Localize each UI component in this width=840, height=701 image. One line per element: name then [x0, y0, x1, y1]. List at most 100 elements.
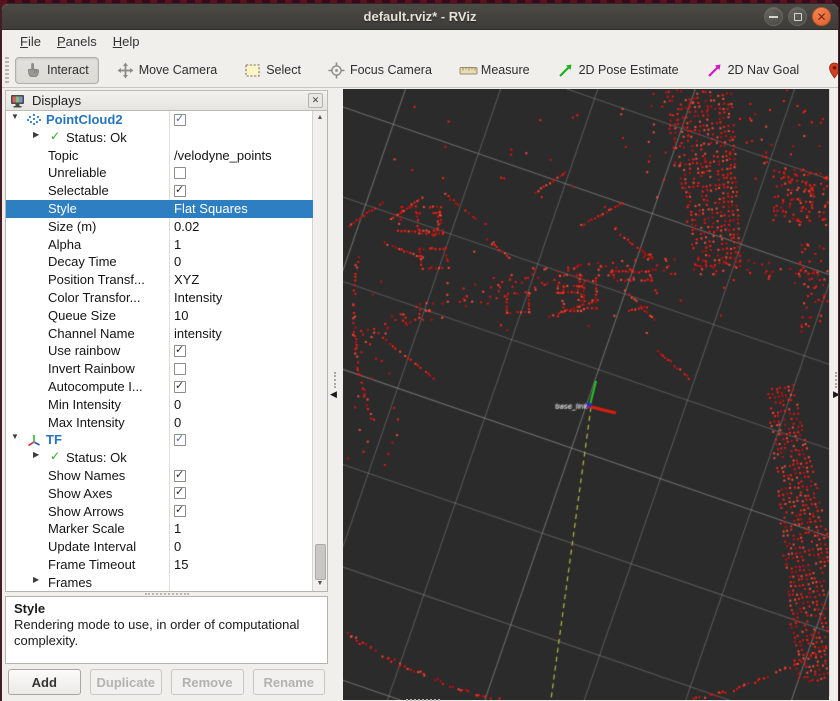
tool-move-camera[interactable]: Move Camera: [108, 58, 227, 83]
checkbox-autocompute-i-[interactable]: ✓: [174, 381, 186, 393]
displays-panel-header[interactable]: Displays ✕: [5, 90, 328, 111]
right-splitter[interactable]: ▶: [829, 89, 838, 696]
collapse-right-icon[interactable]: ▶: [833, 389, 839, 400]
row-value[interactable]: 15: [174, 557, 188, 573]
tree-row-style[interactable]: Style Flat Squares: [6, 200, 313, 218]
tool-publish-point[interactable]: Publish Point: [817, 58, 839, 83]
checkbox-pointcloud2[interactable]: ✓: [174, 114, 186, 126]
minimize-icon: [769, 16, 778, 18]
row-name-cell: Show Arrows: [6, 503, 169, 521]
tool-measure[interactable]: Measure: [450, 58, 539, 83]
row-value[interactable]: 0.02: [174, 219, 199, 235]
tree-row-pointcloud2[interactable]: ▼ PointCloud2 ✓: [6, 111, 313, 129]
tree-row-alpha[interactable]: Alpha 1: [6, 236, 313, 254]
row-value[interactable]: XYZ: [174, 272, 199, 288]
row-label: Style: [48, 201, 77, 217]
tree-row-tf[interactable]: ▼TF✓: [6, 431, 313, 449]
tree-row-autocompute-i-[interactable]: Autocompute I...✓: [6, 378, 313, 396]
row-value[interactable]: Flat Squares: [174, 201, 248, 217]
tool-label: Focus Camera: [350, 63, 432, 77]
row-label: Selectable: [48, 183, 109, 199]
expand-arrow-icon[interactable]: ▶: [33, 575, 39, 584]
tree-row-color-transfor-[interactable]: Color Transfor...Intensity: [6, 289, 313, 307]
tree-row-position-transf-[interactable]: Position Transf...XYZ: [6, 271, 313, 289]
row-value[interactable]: 1: [174, 521, 181, 537]
tree-row-use-rainbow[interactable]: Use rainbow✓: [6, 342, 313, 360]
tree-row-frame-timeout[interactable]: Frame Timeout15: [6, 556, 313, 574]
row-label: Alpha: [48, 237, 81, 253]
collapse-arrow-icon[interactable]: ▼: [11, 112, 19, 121]
menu-file[interactable]: File: [12, 31, 49, 52]
status-ok-icon: ✓: [50, 449, 60, 463]
tree-row-min-intensity[interactable]: Min Intensity0: [6, 396, 313, 414]
menu-panels[interactable]: Panels: [49, 31, 105, 52]
row-value[interactable]: 0: [174, 539, 181, 555]
titlebar[interactable]: default.rviz* - RViz ✕: [2, 4, 838, 30]
tree-row-status-ok[interactable]: ▶✓Status: Ok: [6, 449, 313, 467]
checkbox-show-arrows[interactable]: ✓: [174, 505, 186, 517]
tree-row-size-m-[interactable]: Size (m)0.02: [6, 218, 313, 236]
tree-row-selectable[interactable]: Selectable ✓: [6, 182, 313, 200]
tool-select[interactable]: Select: [235, 58, 310, 83]
checkbox-tf[interactable]: ✓: [174, 434, 186, 446]
row-value[interactable]: 10: [174, 308, 188, 324]
tree-row-queue-size[interactable]: Queue Size10: [6, 307, 313, 325]
add-button[interactable]: Add: [8, 669, 81, 695]
tree-row-show-arrows[interactable]: Show Arrows ✓: [6, 503, 313, 521]
tool-interact[interactable]: Interact: [15, 57, 99, 84]
checkbox-unreliable[interactable]: [174, 167, 186, 179]
expand-arrow-icon[interactable]: ▶: [33, 450, 39, 459]
checkbox-use-rainbow[interactable]: ✓: [174, 345, 186, 357]
left-splitter[interactable]: ◀: [328, 89, 343, 696]
scrollbar-up-icon[interactable]: ▲: [313, 111, 327, 125]
tree-row-topic[interactable]: Topic/velodyne_points: [6, 147, 313, 165]
menu-help[interactable]: Help: [105, 31, 148, 52]
tree-row-status-ok[interactable]: ▶✓Status: Ok: [6, 129, 313, 147]
row-name-cell: Show Axes: [6, 485, 169, 503]
checkbox-show-axes[interactable]: ✓: [174, 487, 186, 499]
row-value[interactable]: 1: [174, 237, 181, 253]
tool-2d-pose-estimate[interactable]: 2D Pose Estimate: [548, 58, 688, 83]
displays-tree: ▲ ▼ ▼ PointCloud2 ✓ ▶✓Status: OkTopic/velod…: [5, 111, 328, 592]
row-name-cell: Max Intensity: [6, 414, 169, 432]
tree-row-decay-time[interactable]: Decay Time0: [6, 253, 313, 271]
row-value[interactable]: 0: [174, 254, 181, 270]
tree-row-show-names[interactable]: Show Names✓: [6, 467, 313, 485]
collapse-arrow-icon[interactable]: ▼: [11, 432, 19, 441]
tool-label: Move Camera: [139, 63, 218, 77]
tree-row-marker-scale[interactable]: Marker Scale1: [6, 520, 313, 538]
row-value[interactable]: 0: [174, 397, 181, 413]
row-value[interactable]: Intensity: [174, 290, 222, 306]
tree-row-max-intensity[interactable]: Max Intensity 0: [6, 414, 313, 432]
scrollbar-down-icon[interactable]: ▼: [313, 577, 327, 591]
row-label: PointCloud2: [46, 112, 123, 128]
row-label: Channel Name: [48, 326, 135, 342]
tree-row-update-interval[interactable]: Update Interval0: [6, 538, 313, 556]
minimize-button[interactable]: [764, 7, 783, 26]
3d-viewport[interactable]: [343, 89, 829, 700]
close-button[interactable]: ✕: [812, 7, 831, 26]
checkbox-show-names[interactable]: ✓: [174, 470, 186, 482]
tree-row-frames[interactable]: ▶Frames: [6, 574, 313, 592]
scrollbar-thumb[interactable]: [315, 544, 326, 580]
tree-row-unreliable[interactable]: Unreliable: [6, 164, 313, 182]
checkbox-selectable[interactable]: ✓: [174, 185, 186, 197]
collapse-left-icon[interactable]: ◀: [330, 389, 337, 400]
checkbox-invert-rainbow[interactable]: [174, 363, 186, 375]
row-value[interactable]: intensity: [174, 326, 222, 342]
3d-viewport-canvas[interactable]: [343, 89, 829, 700]
tree-row-channel-name[interactable]: Channel Name intensity: [6, 325, 313, 343]
toolbar-drag-handle[interactable]: [5, 57, 9, 83]
tool-focus-camera[interactable]: Focus Camera: [319, 58, 441, 83]
tree-row-invert-rainbow[interactable]: Invert Rainbow: [6, 360, 313, 378]
panel-close-icon[interactable]: ✕: [308, 93, 323, 108]
tree-row-show-axes[interactable]: Show Axes ✓: [6, 485, 313, 503]
maximize-button[interactable]: [788, 7, 807, 26]
tree-scrollbar[interactable]: ▲ ▼: [312, 111, 327, 591]
checkmark-icon: ✓: [175, 112, 184, 125]
row-value[interactable]: 0: [174, 415, 181, 431]
checkmark-icon: ✓: [175, 183, 184, 196]
expand-arrow-icon[interactable]: ▶: [33, 130, 39, 139]
row-value[interactable]: /velodyne_points: [174, 148, 272, 164]
tool-2d-nav-goal[interactable]: 2D Nav Goal: [697, 58, 809, 83]
